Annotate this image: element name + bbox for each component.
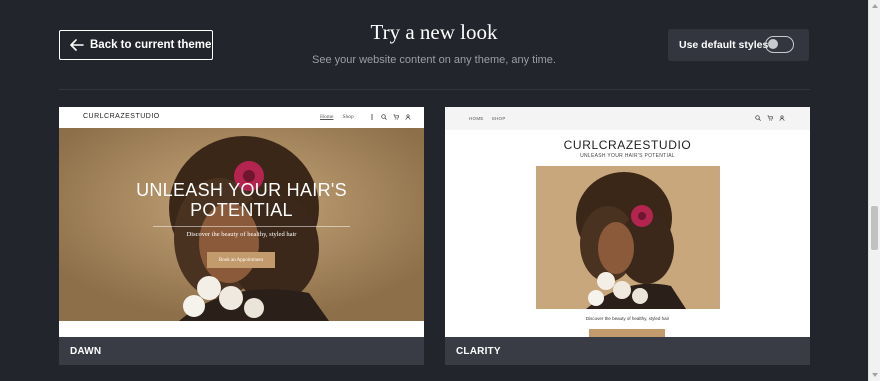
- dawn-preview-logo: CURLCRAZESTUDIO: [83, 113, 160, 120]
- dawn-hero-title: UNLEASH YOUR HAIR'S POTENTIAL: [59, 180, 424, 220]
- cart-icon: [767, 115, 773, 121]
- clarity-preview-nav: HOME SHOP: [445, 107, 810, 130]
- dawn-hero-title-line-1: UNLEASH YOUR HAIR'S: [136, 180, 347, 200]
- clarity-preview-logo: CURLCRAZESTUDIO: [563, 138, 692, 152]
- portrait-with-flowers-image: [536, 166, 720, 309]
- theme-name-clarity: CLARITY: [445, 337, 810, 365]
- theme-card-dawn[interactable]: CURLCRAZESTUDIO Home Shop UNLEASH YOUR H…: [59, 107, 424, 365]
- scrollbar-thumb[interactable]: [871, 206, 878, 250]
- dawn-hero-rule: [153, 226, 350, 227]
- scroll-down-icon[interactable]: [872, 373, 878, 377]
- clarity-preview-link-home: HOME: [469, 116, 484, 121]
- dawn-preview-links: Home Shop: [320, 114, 354, 120]
- search-icon: [381, 114, 387, 120]
- divider-bar-icon: [371, 114, 373, 120]
- dawn-preview-link-home: Home: [320, 114, 334, 120]
- search-icon: [755, 115, 761, 121]
- clarity-preview-cta: [589, 329, 665, 337]
- clarity-preview-links: HOME SHOP: [469, 116, 506, 121]
- dawn-hero-image: UNLEASH YOUR HAIR'S POTENTIAL Discover t…: [59, 128, 424, 321]
- toggle-knob: [768, 39, 778, 49]
- dawn-preview-cta: Book an Appointment: [207, 252, 275, 268]
- header-divider: [59, 89, 810, 90]
- page-scrollbar[interactable]: [868, 0, 880, 381]
- scroll-up-icon[interactable]: [872, 4, 878, 8]
- clarity-hero-image: [536, 166, 720, 309]
- theme-card-clarity[interactable]: HOME SHOP CURLCRAZESTUDIO UNLEASH YOUR H…: [445, 107, 810, 365]
- portrait-with-flowers-image: [59, 128, 424, 321]
- default-styles-label: Use default styles: [679, 39, 769, 51]
- dawn-hero-title-line-2: POTENTIAL: [190, 200, 293, 220]
- theme-name-dawn: DAWN: [59, 337, 424, 365]
- dawn-preview-link-shop: Shop: [342, 114, 354, 120]
- dawn-preview-nav: CURLCRAZESTUDIO Home Shop: [59, 107, 424, 128]
- account-icon: [779, 115, 785, 121]
- clarity-preview-icons: [755, 115, 785, 121]
- clarity-preview-tagline: UNLEASH YOUR HAIR'S POTENTIAL: [580, 153, 675, 159]
- cart-icon: [393, 114, 399, 120]
- default-styles-toggle[interactable]: [765, 36, 794, 53]
- clarity-preview-link-shop: SHOP: [491, 116, 506, 121]
- dawn-hero-subtitle: Discover the beauty of healthy, styled h…: [186, 231, 297, 238]
- dawn-preview-bottom-strip: [59, 321, 424, 337]
- default-styles-toggle-container: Use default styles: [668, 29, 809, 61]
- account-icon: [405, 114, 411, 120]
- clarity-preview-caption: Discover the beauty of healthy, styled h…: [585, 316, 670, 321]
- dawn-preview-icons: [369, 114, 411, 120]
